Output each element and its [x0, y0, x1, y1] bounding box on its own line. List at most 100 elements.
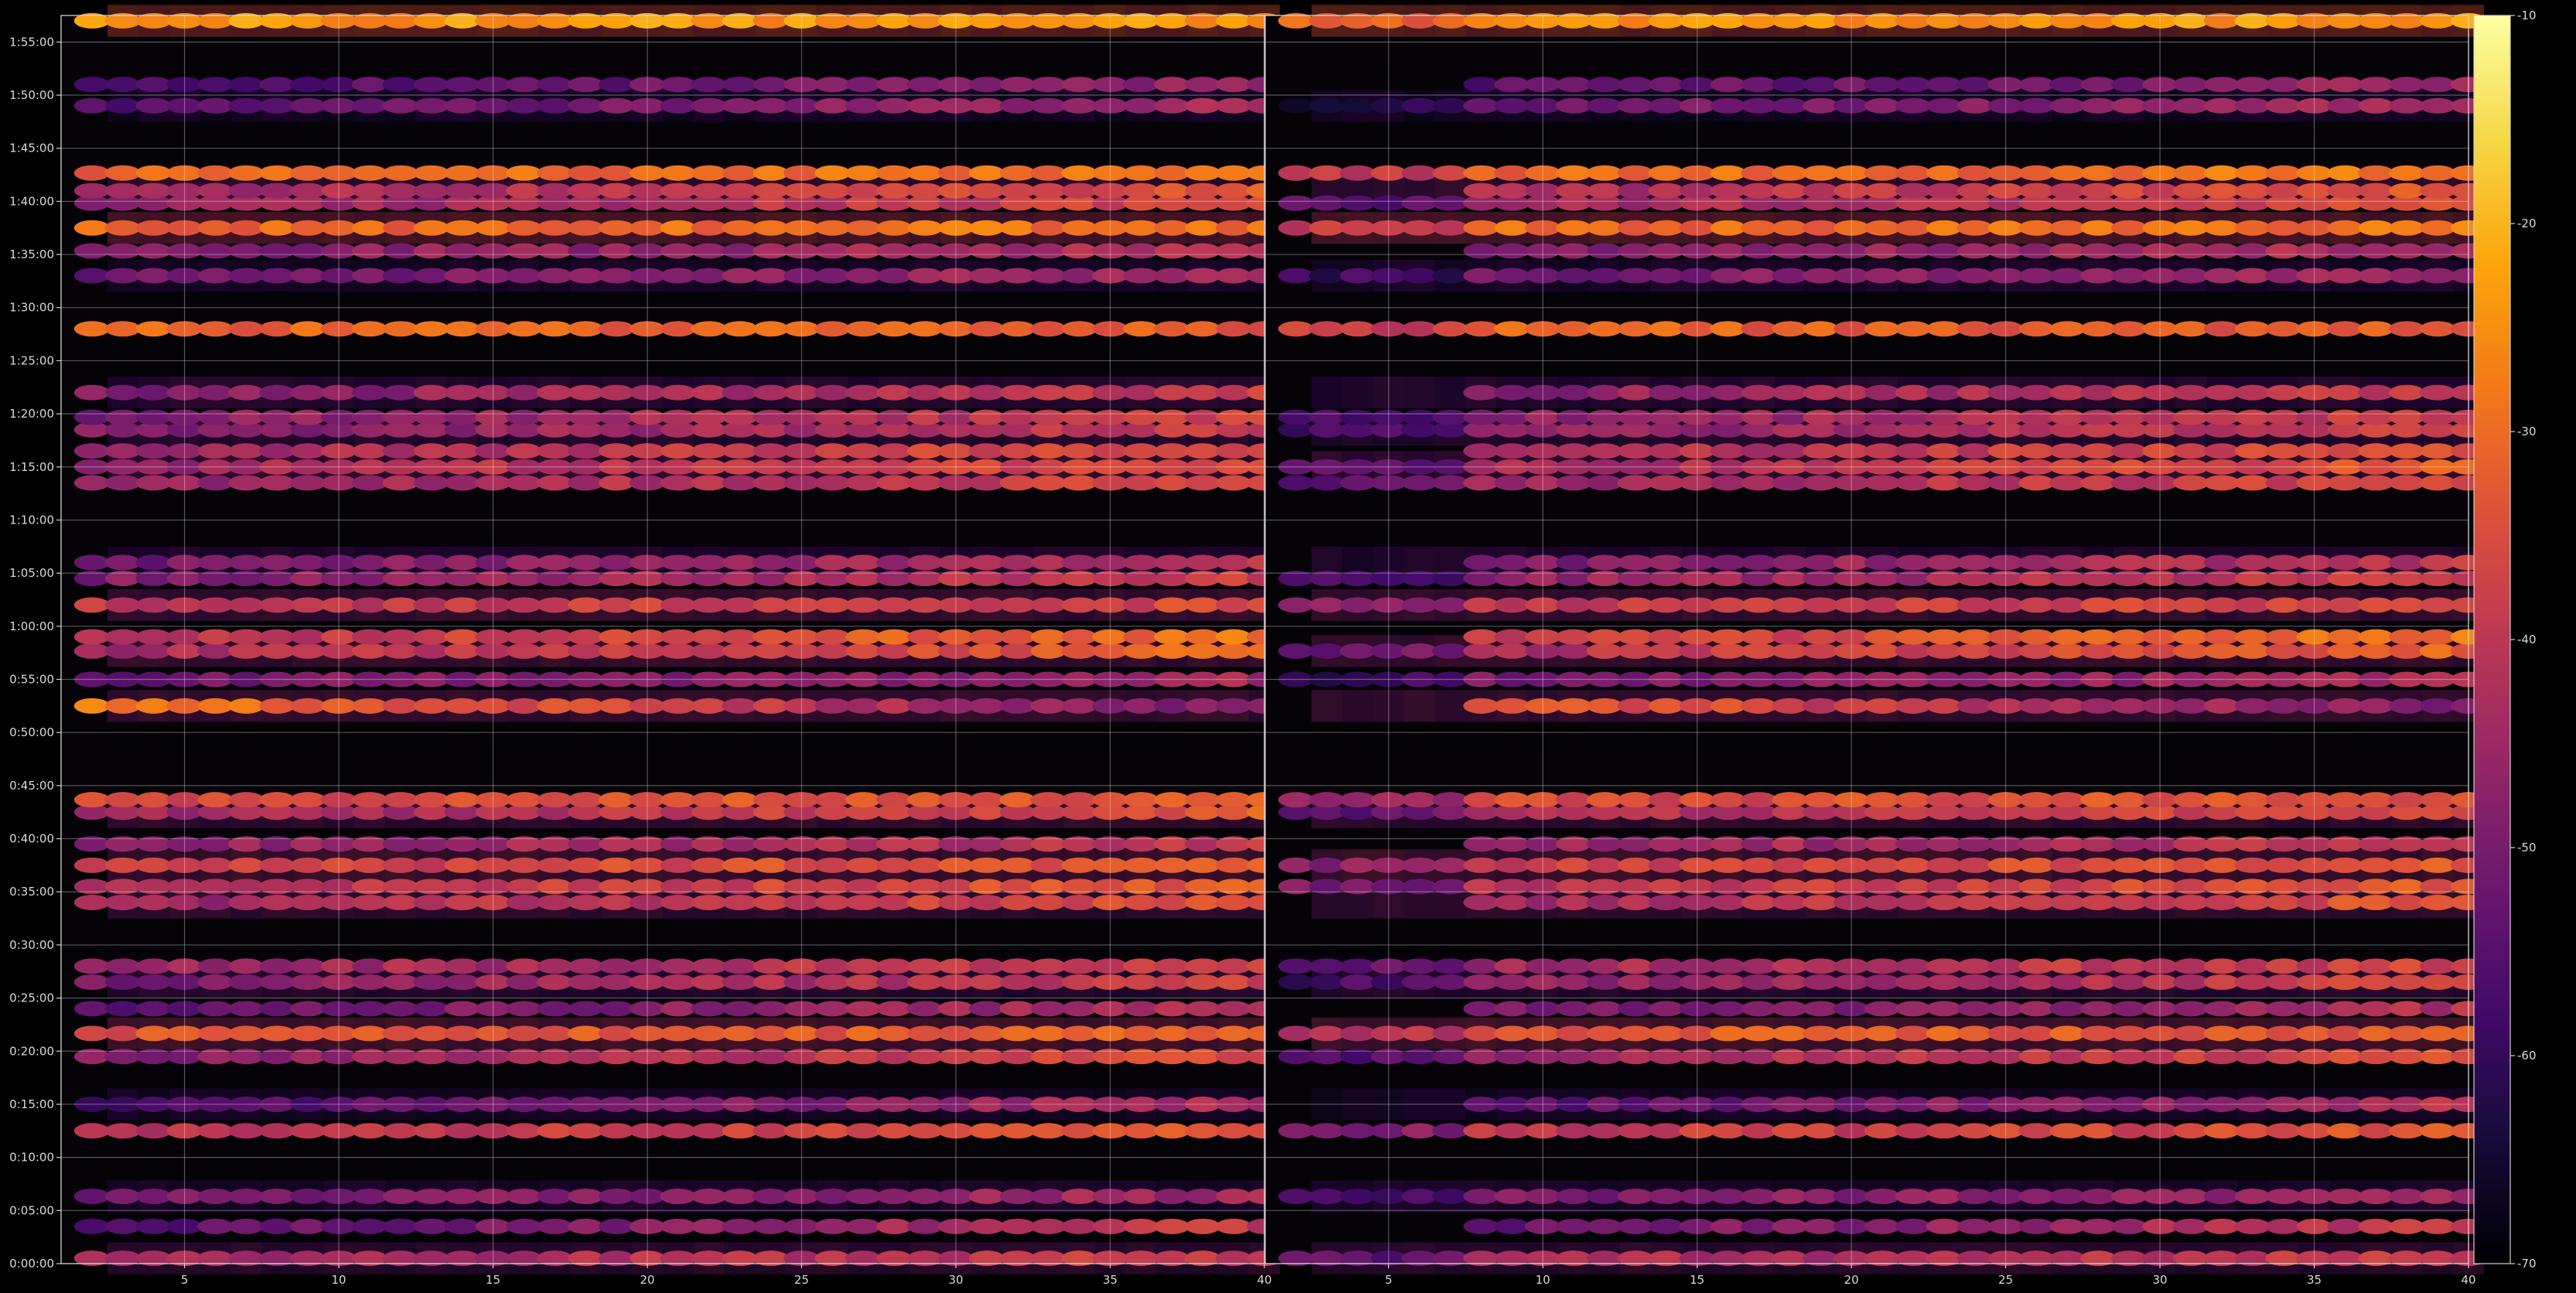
band-cell — [1339, 1025, 1376, 1042]
band-cell — [2265, 894, 2301, 910]
band-cell — [1617, 1218, 1653, 1234]
band-cell — [197, 894, 234, 910]
band-cell — [2234, 894, 2271, 910]
band-cell — [382, 554, 419, 571]
band-cell — [906, 1025, 943, 1042]
band-cell — [845, 974, 882, 990]
band-cell — [2389, 974, 2425, 990]
band-cell — [1494, 443, 1530, 459]
band-cell — [135, 97, 172, 114]
band-cell — [537, 597, 573, 613]
band-cell — [444, 268, 480, 284]
band-cell — [845, 409, 882, 425]
band-cell — [1463, 698, 1500, 714]
band-cell — [2389, 475, 2425, 491]
band-cell — [506, 384, 542, 401]
band-cell — [259, 165, 295, 181]
band-cell — [413, 475, 449, 491]
band-cell — [876, 183, 913, 199]
band-cell — [1772, 792, 1808, 808]
band-cell — [1061, 629, 1097, 645]
band-cell — [599, 629, 635, 645]
band-cell — [906, 894, 943, 910]
colorbar-tick-label: -60 — [2517, 1049, 2537, 1063]
band-cell — [1586, 629, 1623, 645]
band-cell — [722, 958, 758, 974]
band-cell — [537, 857, 573, 873]
band-cell — [1401, 792, 1438, 808]
band-cell — [722, 1189, 758, 1205]
band-cell — [1648, 894, 1684, 910]
band-cell — [2358, 1189, 2394, 1205]
band-cell — [228, 1001, 264, 1017]
band-cell — [1926, 443, 1962, 459]
band-cell — [1741, 384, 1777, 401]
band-cell — [1895, 698, 1931, 714]
band-cell — [73, 475, 111, 491]
band-cell — [568, 958, 604, 974]
band-cell — [845, 643, 882, 659]
band-cell — [2080, 243, 2117, 259]
band-cell — [197, 97, 234, 114]
band-cell — [1957, 165, 1993, 181]
band-cell — [1648, 958, 1684, 974]
band-cell — [1401, 974, 1438, 990]
band-cell — [351, 165, 388, 181]
band-cell — [2018, 792, 2055, 808]
band-cell — [1864, 384, 1901, 401]
band-cell — [1555, 1025, 1592, 1042]
band-cell — [2110, 183, 2148, 199]
band-cell — [1741, 220, 1777, 236]
band-cell — [2172, 958, 2209, 974]
band-cell — [1061, 1001, 1097, 1017]
band-cell — [968, 974, 1005, 990]
band-cell — [2110, 974, 2148, 990]
band-cell — [351, 698, 388, 714]
band-cell — [1926, 97, 1962, 114]
band-cell — [2419, 97, 2456, 114]
band-cell — [968, 475, 1005, 491]
band-cell — [2358, 183, 2394, 199]
band-cell — [228, 321, 264, 337]
band-cell — [1185, 643, 1221, 659]
band-cell — [1030, 1123, 1066, 1139]
band-cell — [999, 629, 1036, 645]
band-cell — [2234, 409, 2271, 425]
band-cell — [413, 220, 449, 236]
band-cell — [1926, 475, 1962, 491]
band-cell — [444, 958, 480, 974]
band-cell — [413, 698, 449, 714]
x-tick-label: 35 — [2307, 1273, 2322, 1287]
band-cell — [906, 958, 943, 974]
band-cell — [1308, 475, 1345, 491]
band-cell — [2018, 475, 2055, 491]
band-cell — [2172, 1189, 2209, 1205]
band-cell — [1586, 475, 1623, 491]
band-cell — [2389, 792, 2425, 808]
band-cell — [1926, 77, 1962, 93]
band-cell — [1710, 1025, 1746, 1042]
band-cell — [599, 1001, 635, 1017]
band-cell — [1741, 321, 1777, 337]
band-cell — [1803, 220, 1839, 236]
band-cell — [1803, 268, 1839, 284]
band-cell — [2110, 698, 2148, 714]
band-cell — [2018, 409, 2055, 425]
band-cell — [2265, 792, 2301, 808]
band-cell — [814, 321, 851, 337]
band-cell — [1772, 321, 1808, 337]
band-cell — [2234, 958, 2271, 974]
band-cell — [506, 1189, 542, 1205]
band-cell — [1185, 220, 1221, 236]
band-cell — [999, 77, 1036, 93]
band-cell — [1648, 1123, 1684, 1139]
band-cell — [876, 475, 913, 491]
band-cell — [1772, 220, 1808, 236]
band-cell — [1586, 698, 1623, 714]
band-cell — [2419, 220, 2456, 236]
band-cell — [2234, 77, 2271, 93]
band-cell — [73, 1025, 111, 1042]
band-cell — [2172, 1001, 2209, 1017]
band-cell — [722, 77, 758, 93]
band-cell — [1772, 475, 1808, 491]
